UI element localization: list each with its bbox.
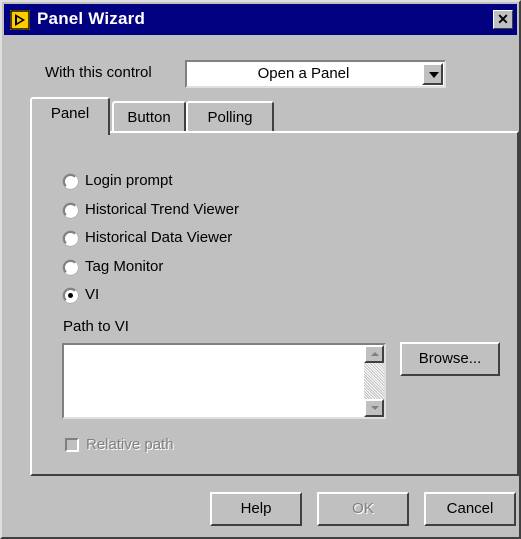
control-label: With this control — [45, 64, 152, 81]
ok-button-label: OK — [352, 500, 374, 517]
tab-panel[interactable]: Panel — [30, 97, 110, 135]
browse-button-label: Browse... — [418, 350, 482, 367]
cancel-button[interactable]: Cancel — [424, 492, 516, 526]
radio-label: Historical Data Viewer — [85, 229, 233, 246]
browse-button[interactable]: Browse... — [400, 342, 500, 376]
scroll-down-button[interactable] — [364, 399, 384, 417]
labview-panel-icon — [10, 10, 30, 30]
control-select-arrow[interactable] — [422, 63, 443, 85]
scroll-down-icon — [371, 406, 379, 410]
radio-circle[interactable] — [63, 231, 78, 246]
tab-button[interactable]: Button — [112, 101, 186, 135]
path-to-vi-label: Path to VI — [63, 318, 129, 335]
panel-wizard-window: Panel Wizard ✕ With this control Open a … — [0, 0, 521, 539]
help-button-label: Help — [240, 500, 272, 517]
path-field-scrollbar[interactable] — [364, 345, 384, 417]
title-bar[interactable]: Panel Wizard ✕ — [4, 4, 517, 35]
radio-label: Login prompt — [85, 172, 173, 189]
tab-polling[interactable]: Polling — [186, 101, 274, 135]
chevron-down-icon — [429, 72, 439, 78]
control-select[interactable]: Open a Panel — [185, 60, 446, 88]
tab-panel-label: Panel — [50, 105, 90, 122]
tab-polling-label: Polling — [207, 109, 253, 126]
radio-selected-dot — [68, 293, 73, 298]
radio-circle[interactable] — [63, 174, 78, 189]
cancel-button-label: Cancel — [446, 500, 494, 517]
radio-label: Tag Monitor — [85, 258, 164, 275]
help-button[interactable]: Help — [210, 492, 302, 526]
radio-circle[interactable] — [63, 203, 78, 218]
radio-label: Historical Trend Viewer — [85, 201, 239, 218]
tab-button-label: Button — [127, 109, 171, 126]
close-icon: ✕ — [497, 11, 509, 27]
control-select-value: Open a Panel — [257, 65, 350, 82]
path-to-vi-field[interactable] — [62, 343, 386, 419]
relative-path-checkbox[interactable]: Relative path — [65, 436, 225, 456]
radio-circle[interactable] — [63, 260, 78, 275]
radio-circle[interactable] — [63, 288, 78, 303]
window-title: Panel Wizard — [37, 9, 146, 28]
close-button[interactable]: ✕ — [493, 10, 513, 29]
scroll-up-icon — [371, 352, 379, 356]
ok-button[interactable]: OK — [317, 492, 409, 526]
relative-path-label: Relative path — [86, 436, 174, 453]
radio-label: VI — [85, 286, 100, 303]
checkbox-box[interactable] — [65, 438, 79, 452]
scroll-up-button[interactable] — [364, 345, 384, 363]
